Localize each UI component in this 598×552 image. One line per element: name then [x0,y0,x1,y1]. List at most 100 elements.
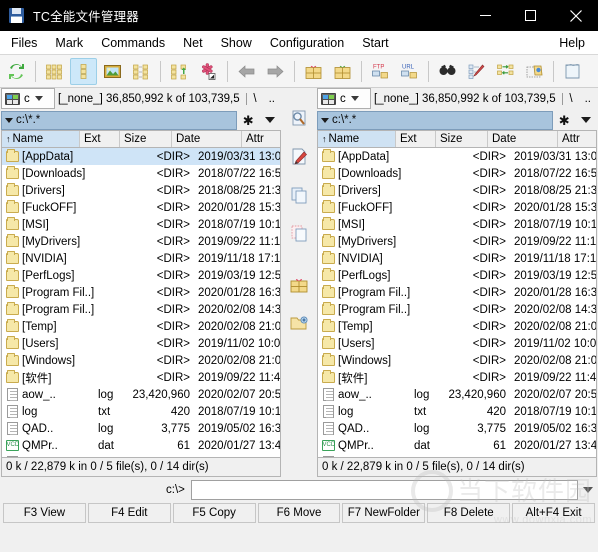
table-row[interactable]: [Program Fil..]<DIR>2020/02/08 14:39r--- [2,301,280,318]
chevron-down-icon[interactable] [265,117,276,123]
notepad-icon[interactable] [559,58,586,85]
table-row[interactable]: QAD..log3,7752019/05/02 16:30-a-- [318,420,596,437]
table-row[interactable]: RHDS..log2,9142018/07/19 10:12-a-- [2,454,280,457]
right-drive-selector[interactable]: c [317,88,371,110]
chevron-down-icon[interactable] [581,117,592,123]
left-header-attr[interactable]: Attr [242,131,280,147]
menu-mark[interactable]: Mark [46,32,92,54]
url-connect-icon[interactable]: URL [396,58,423,85]
menu-show[interactable]: Show [212,32,261,54]
table-row[interactable]: RHDS..log2,9142018/07/19 10:12-a-- [318,454,596,457]
menu-commands[interactable]: Commands [92,32,174,54]
table-row[interactable]: logtxt4202018/07/19 10:13-a-- [318,403,596,420]
table-row[interactable]: [Windows]<DIR>2020/02/08 21:02---- [318,352,596,369]
fkey-f6-move[interactable]: F6 Move [257,503,341,523]
table-row[interactable]: [Downloads]<DIR>2018/07/22 16:50---- [2,165,280,182]
menu-net[interactable]: Net [174,32,211,54]
full-view-icon[interactable] [70,57,97,85]
left-drive-selector[interactable]: c [1,88,55,110]
search-icon[interactable] [434,58,461,85]
maximize-button[interactable] [508,0,553,31]
left-header-ext[interactable]: Ext [80,131,120,148]
table-row[interactable]: [Users]<DIR>2019/11/02 10:01r--- [2,335,280,352]
refresh-icon[interactable] [3,58,30,85]
table-row[interactable]: [Users]<DIR>2019/11/02 10:01r--- [318,335,596,352]
left-tab-active[interactable]: c:\*.* [1,110,237,130]
right-header-name[interactable]: ↑ Name [318,131,396,148]
menu-files[interactable]: Files [2,32,46,54]
left-up-button[interactable]: .. [263,93,281,105]
thumbnail-view-icon[interactable] [99,58,126,85]
table-row[interactable]: logtxt4202018/07/19 10:13-a-- [2,403,280,420]
fkey-altf4-exit[interactable]: Alt+F4 Exit [512,503,596,523]
brief-view-icon[interactable] [41,58,68,85]
table-row[interactable]: [软件]<DIR>2019/09/22 11:42---- [2,369,280,386]
command-input[interactable] [190,480,578,500]
table-row[interactable]: [Downloads]<DIR>2018/07/22 16:50---- [318,165,596,182]
right-header-date[interactable]: Date [488,131,558,148]
ftp-connect-icon[interactable]: FTP [367,58,394,85]
table-row[interactable]: [NVIDIA]<DIR>2019/11/18 17:16---- [2,250,280,267]
table-row[interactable]: VCDQMPr..dat612020/01/27 13:42-a-- [318,437,596,454]
table-row[interactable]: [Program Fil..]<DIR>2020/02/08 14:39r--- [318,301,596,318]
new-filter-icon[interactable] [195,58,222,85]
table-row[interactable]: [MyDrivers]<DIR>2019/09/22 11:13---- [2,233,280,250]
command-history-button[interactable] [578,487,598,493]
edit-file-icon[interactable] [286,144,312,170]
left-header-date[interactable]: Date [172,131,242,148]
left-root-button[interactable]: \ [247,93,262,105]
table-row[interactable]: [Temp]<DIR>2020/02/08 21:03---- [318,318,596,335]
forward-arrow-icon[interactable] [262,58,289,85]
table-row[interactable]: [FuckOFF]<DIR>2020/01/28 15:34---- [2,199,280,216]
menu-configuration[interactable]: Configuration [261,32,353,54]
table-row[interactable]: [Temp]<DIR>2020/02/08 21:03---- [2,318,280,335]
minimize-button[interactable] [463,0,508,31]
table-row[interactable]: [Program Fil..]<DIR>2020/01/28 16:30r--- [318,284,596,301]
new-folder-icon[interactable] [286,310,312,336]
right-header-ext[interactable]: Ext [396,131,436,148]
table-row[interactable]: [AppData]<DIR>2019/03/31 13:06---- [2,148,280,166]
left-header-size[interactable]: Size [120,131,172,148]
fkey-f7-newfolder[interactable]: F7 NewFolder [342,503,426,523]
back-arrow-icon[interactable] [233,58,260,85]
table-row[interactable]: [Windows]<DIR>2020/02/08 21:02---- [2,352,280,369]
fkey-f5-copy[interactable]: F5 Copy [172,503,256,523]
tree-view-icon[interactable] [128,58,155,85]
table-row[interactable]: [AppData]<DIR>2019/03/31 13:06---- [318,148,596,165]
asterisk-icon[interactable]: ✱ [243,114,254,127]
copy-file-icon[interactable] [286,182,312,208]
table-row[interactable]: [FuckOFF]<DIR>2020/01/28 15:34---- [318,199,596,216]
sync-dirs-icon[interactable] [492,58,519,85]
table-row[interactable]: [Drivers]<DIR>2018/08/25 21:32---- [318,182,596,199]
pack-icon[interactable] [286,272,312,298]
asterisk-icon[interactable]: ✱ [559,114,570,127]
table-row[interactable]: [NVIDIA]<DIR>2019/11/18 17:16---- [318,250,596,267]
right-root-button[interactable]: \ [563,93,578,105]
multi-rename-icon[interactable] [463,58,490,85]
fkey-f3-view[interactable]: F3 View [3,503,86,523]
table-row[interactable]: [Program Fil..]<DIR>2020/01/28 16:30r--- [2,284,280,301]
unpack-files-icon[interactable] [329,58,356,85]
table-row[interactable]: QAD..log3,7752019/05/02 16:30-a-- [2,420,280,437]
move-file-icon[interactable] [286,220,312,246]
fkey-f8-delete[interactable]: F8 Delete [427,503,511,523]
close-button[interactable] [553,0,598,31]
table-row[interactable]: [MyDrivers]<DIR>2019/09/22 11:13---- [318,233,596,250]
table-row[interactable]: [PerfLogs]<DIR>2019/03/19 12:52---- [318,267,596,284]
menu-start[interactable]: Start [353,32,397,54]
table-row[interactable]: [MSI]<DIR>2018/07/19 10:14---- [318,216,596,233]
right-tab-active[interactable]: c:\*.* [317,110,553,130]
compare-dirs-icon[interactable] [166,58,193,85]
table-row[interactable]: [PerfLogs]<DIR>2019/03/19 12:52---- [2,267,280,284]
table-row[interactable]: VCDQMPr..dat612020/01/27 13:42-a-- [2,437,280,454]
fkey-f4-edit[interactable]: F4 Edit [87,503,171,523]
menu-help[interactable]: Help [550,32,594,54]
table-row[interactable]: aow_..log23,420,9602020/02/07 20:50-a-- [2,386,280,403]
left-file-list[interactable]: [AppData]<DIR>2019/03/31 13:06----[Downl… [1,147,281,458]
table-row[interactable]: [MSI]<DIR>2018/07/19 10:14---- [2,216,280,233]
pack-files-icon[interactable] [300,58,327,85]
table-row[interactable]: [Drivers]<DIR>2018/08/25 21:32---- [2,182,280,199]
dir-menu-icon[interactable] [521,58,548,85]
table-row[interactable]: aow_..log23,420,9602020/02/07 20:50-a-- [318,386,596,403]
right-file-list[interactable]: [AppData]<DIR>2019/03/31 13:06----[Downl… [317,147,597,458]
